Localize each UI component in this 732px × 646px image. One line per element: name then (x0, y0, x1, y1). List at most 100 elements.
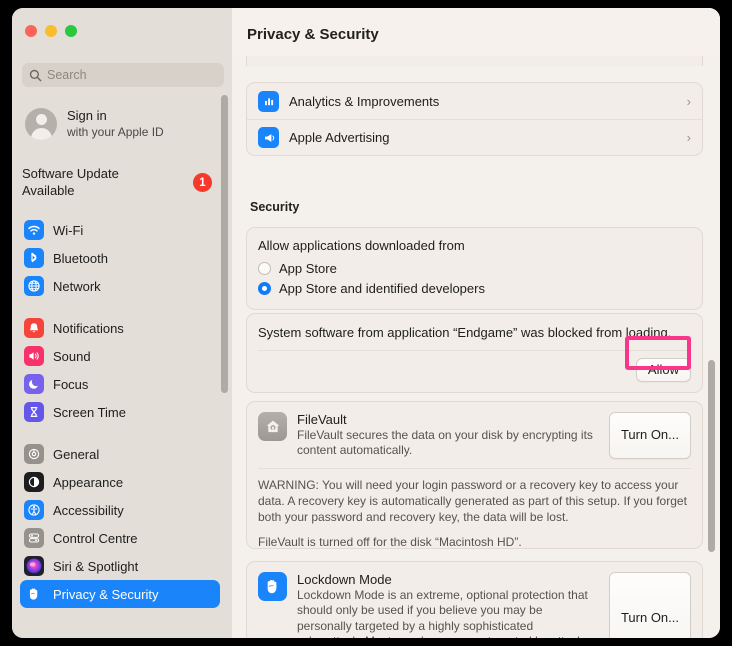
page-title: Privacy & Security (247, 26, 379, 43)
content-pane: Analytics & Improvements › Apple Adverti… (232, 8, 720, 638)
sidebar-item-label: Sound (53, 348, 91, 364)
sidebar-group-system: Notifications Sound Focus Screen Time (20, 314, 220, 426)
bluetooth-icon (24, 248, 44, 268)
row-label: Analytics & Improvements (289, 93, 440, 109)
lockdown-text: Lockdown Mode Lockdown Mode is an extrem… (297, 572, 609, 638)
filevault-house-icon (258, 412, 287, 441)
radio-label: App Store (279, 260, 337, 276)
sidebar-item-bluetooth[interactable]: Bluetooth (20, 244, 220, 272)
content-scrollbar[interactable] (708, 360, 715, 552)
bell-icon (24, 318, 44, 338)
lockdown-description: Lockdown Mode is an extreme, optional pr… (297, 588, 589, 638)
sidebar-item-label: Notifications (53, 320, 124, 336)
hourglass-icon (24, 402, 44, 422)
sidebar-account-row[interactable]: Sign in with your Apple ID (22, 104, 218, 144)
window-controls (25, 25, 77, 37)
row-analytics-improvements[interactable]: Analytics & Improvements › (247, 83, 702, 119)
lockdown-header: Lockdown Mode Lockdown Mode is an extrem… (247, 562, 702, 638)
sidebar-item-label: Wi-Fi (53, 222, 84, 238)
software-update-badge: 1 (193, 173, 212, 193)
blocked-software-card: System software from application “Endgam… (246, 313, 703, 393)
siri-icon (24, 556, 44, 576)
sidebar-item-label: Appearance (53, 474, 124, 490)
sidebar-item-sound[interactable]: Sound (20, 342, 220, 370)
allow-applications-label: Allow applications downloaded from (258, 238, 465, 253)
sidebar-item-notifications[interactable]: Notifications (20, 314, 220, 342)
sidebar-group-network: Wi-Fi Bluetooth Network (20, 216, 220, 300)
person-avatar-icon (25, 108, 57, 140)
bar-chart-icon (258, 90, 279, 112)
chevron-right-icon: › (686, 130, 691, 145)
radio-option-app-store[interactable]: App Store (258, 258, 691, 278)
sidebar-item-label: Bluetooth (53, 250, 108, 266)
account-title: Sign in (67, 108, 107, 124)
filevault-status: FileVault is turned off for the disk “Ma… (258, 534, 522, 549)
sidebar-item-focus[interactable]: Focus (20, 370, 220, 398)
sidebar-nav-list: Wi-Fi Bluetooth Network Notifications So… (20, 216, 220, 622)
globe-network-icon (24, 276, 44, 296)
moon-icon (24, 374, 44, 394)
accessibility-icon (24, 500, 44, 520)
hand-raised-icon (24, 584, 44, 604)
chevron-right-icon: › (686, 93, 691, 109)
filevault-warning: WARNING: You will need your login passwo… (258, 477, 687, 524)
search-icon (29, 69, 42, 82)
wifi-icon (24, 220, 44, 240)
lockdown-mode-card: Lockdown Mode Lockdown Mode is an extrem… (246, 561, 703, 638)
filevault-title: FileVault (297, 412, 347, 427)
sidebar-item-label: Privacy & Security (53, 586, 159, 602)
minimize-window-button[interactable] (45, 25, 57, 37)
system-settings-window: Sign in with your Apple ID Software Upda… (12, 8, 720, 638)
blocked-software-actions: Allow (247, 351, 702, 382)
row-label: Apple Advertising (289, 130, 390, 145)
sidebar-item-accessibility[interactable]: Accessibility (20, 496, 220, 524)
sidebar-item-label: Control Centre (53, 530, 138, 546)
sidebar-software-update-row[interactable]: Software Update Available 1 (22, 166, 218, 200)
hand-raised-icon (258, 572, 287, 601)
sidebar-item-control-centre[interactable]: Control Centre (20, 524, 220, 552)
sidebar-search[interactable] (22, 63, 224, 87)
security-section-heading: Security (250, 200, 300, 214)
megaphone-icon (258, 127, 279, 148)
sidebar-item-network[interactable]: Network (20, 272, 220, 300)
filevault-card: FileVault FileVault secures the data on … (246, 401, 703, 549)
sidebar-item-screen-time[interactable]: Screen Time (20, 398, 220, 426)
blocked-software-message: System software from application “Endgam… (258, 325, 672, 340)
sidebar: Sign in with your Apple ID Software Upda… (12, 8, 232, 638)
lockdown-title: Lockdown Mode (297, 572, 392, 587)
row-apple-advertising[interactable]: Apple Advertising › (247, 119, 702, 155)
lockdown-turn-on-button[interactable]: Turn On... (608, 572, 691, 638)
gear-icon (24, 444, 44, 464)
sidebar-item-label: Network (53, 278, 101, 294)
sidebar-item-general[interactable]: General (20, 440, 220, 468)
control-centre-icon (24, 528, 44, 548)
sidebar-group-preferences: General Appearance Accessibility Control… (20, 440, 220, 608)
filevault-header: FileVault FileVault secures the data on … (247, 402, 702, 459)
close-window-button[interactable] (25, 25, 37, 37)
radio-button-selected[interactable] (258, 281, 271, 295)
radio-button-unselected[interactable] (258, 261, 271, 275)
sidebar-item-wi-fi[interactable]: Wi-Fi (20, 216, 220, 244)
allow-applications-card: Allow applications downloaded from App S… (246, 227, 703, 310)
sidebar-item-label: General (53, 446, 100, 462)
sidebar-item-label: Focus (53, 376, 89, 392)
maximize-window-button[interactable] (65, 25, 77, 37)
search-input[interactable] (47, 68, 207, 82)
filevault-text: FileVault FileVault secures the data on … (297, 412, 609, 459)
sidebar-scrollbar[interactable] (221, 95, 228, 393)
sidebar-item-privacy-security[interactable]: Privacy & Security (20, 580, 220, 608)
allow-button[interactable]: Allow (635, 358, 691, 382)
sidebar-item-siri-spotlight[interactable]: Siri & Spotlight (20, 552, 220, 580)
sidebar-item-appearance[interactable]: Appearance (20, 468, 220, 496)
filevault-turn-on-button[interactable]: Turn On... (608, 412, 691, 459)
privacy-links-card: Analytics & Improvements › Apple Adverti… (246, 82, 703, 156)
radio-label: App Store and identified developers (279, 280, 485, 296)
sidebar-item-label: Siri & Spotlight (53, 558, 139, 574)
radio-option-app-store-and-identified-developers[interactable]: App Store and identified developers (258, 278, 691, 298)
speaker-icon (24, 346, 44, 366)
account-subtitle: with your Apple ID (67, 124, 164, 139)
filevault-description: FileVault secures the data on your disk … (297, 428, 593, 458)
content-titlebar: Privacy & Security (232, 8, 720, 56)
account-text: Sign in with your Apple ID (67, 108, 164, 139)
settings-scroll-area: Analytics & Improvements › Apple Adverti… (232, 8, 720, 638)
